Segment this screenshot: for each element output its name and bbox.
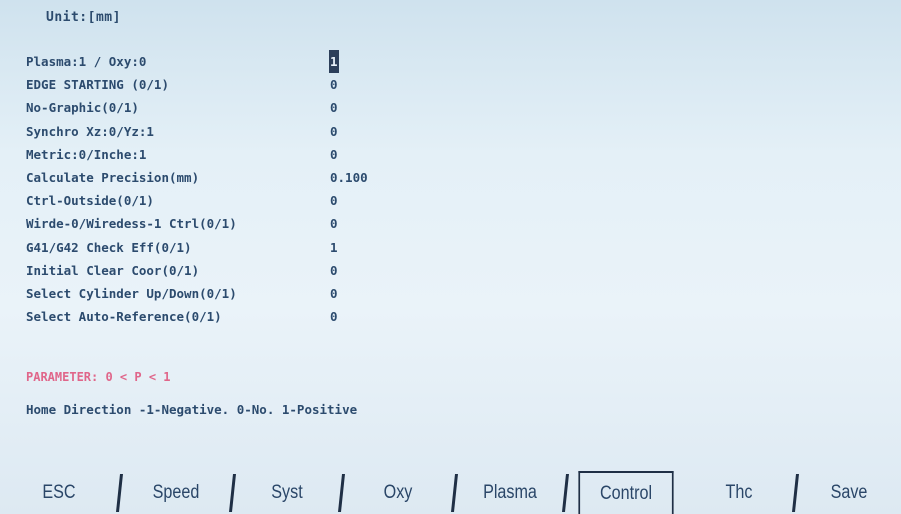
param-value[interactable]: 0: [329, 96, 339, 119]
param-value[interactable]: 0.100: [329, 166, 369, 189]
softkey-thc[interactable]: Thc: [692, 471, 786, 514]
param-row-no-graphic[interactable]: No-Graphic(0/1) 0: [26, 96, 526, 119]
softkey-divider: [338, 474, 345, 512]
softkey-divider: [229, 474, 236, 512]
param-value[interactable]: 0: [329, 282, 339, 305]
softkey-save[interactable]: Save: [805, 471, 893, 514]
param-value[interactable]: 0: [329, 305, 339, 328]
softkey-plasma[interactable]: Plasma: [464, 471, 556, 514]
param-label: No-Graphic(0/1): [26, 100, 139, 116]
param-label: Synchro Xz:0/Yz:1: [26, 123, 154, 139]
param-row-initial-clear[interactable]: Initial Clear Coor(0/1) 0: [26, 259, 526, 282]
softkey-oxy[interactable]: Oxy: [351, 471, 445, 514]
softkey-control[interactable]: Control: [578, 471, 674, 514]
param-value[interactable]: 0: [329, 259, 339, 282]
param-label: Select Cylinder Up/Down(0/1): [26, 285, 237, 301]
unit-label: Unit:[mm]: [46, 10, 121, 25]
param-label: Wirde-0/Wiredess-1 Ctrl(0/1): [26, 216, 237, 232]
param-value-cursor[interactable]: 1: [329, 50, 339, 74]
softkey-syst[interactable]: Syst: [242, 471, 332, 514]
param-row-plasma-oxy[interactable]: Plasma:1 / Oxy:0 1: [26, 50, 526, 74]
param-row-wired-ctrl[interactable]: Wirde-0/Wiredess-1 Ctrl(0/1) 0: [26, 212, 526, 235]
softkey-divider: [562, 474, 569, 512]
help-text: Home Direction -1-Negative. 0-No. 1-Posi…: [26, 402, 358, 417]
param-label: Plasma:1 / Oxy:0: [26, 54, 147, 69]
param-value[interactable]: 0: [329, 143, 339, 166]
parameter-list: Plasma:1 / Oxy:0 1 EDGE STARTING (0/1) 0…: [26, 50, 526, 328]
param-row-auto-reference[interactable]: Select Auto-Reference(0/1) 0: [26, 305, 526, 328]
param-label: G41/G42 Check Eff(0/1): [26, 239, 192, 255]
param-value[interactable]: 0: [329, 120, 339, 143]
param-value[interactable]: 0: [329, 189, 339, 212]
param-row-synchro[interactable]: Synchro Xz:0/Yz:1 0: [26, 120, 526, 143]
param-row-cylinder[interactable]: Select Cylinder Up/Down(0/1) 0: [26, 282, 526, 305]
controller-screen: Unit:[mm] Plasma:1 / Oxy:0 1 EDGE STARTI…: [0, 0, 901, 514]
softkey-bar: ESC Speed Syst Oxy Plasma Control Thc Sa…: [0, 471, 901, 514]
param-value[interactable]: 0: [329, 73, 339, 96]
param-value[interactable]: 1: [329, 236, 339, 259]
param-label: EDGE STARTING (0/1): [26, 77, 169, 93]
param-label: Metric:0/Inche:1: [26, 146, 147, 162]
param-value[interactable]: 0: [329, 212, 339, 235]
param-row-precision[interactable]: Calculate Precision(mm) 0.100: [26, 166, 526, 189]
param-row-metric[interactable]: Metric:0/Inche:1 0: [26, 143, 526, 166]
softkey-divider: [792, 474, 799, 512]
softkey-esc[interactable]: ESC: [9, 471, 109, 514]
param-label: Ctrl-Outside(0/1): [26, 193, 154, 209]
softkey-speed[interactable]: Speed: [129, 471, 223, 514]
softkey-divider: [116, 474, 123, 512]
param-label: Select Auto-Reference(0/1): [26, 309, 222, 325]
parameter-range-hint: PARAMETER: 0 < P < 1: [26, 370, 171, 384]
param-row-g41-g42[interactable]: G41/G42 Check Eff(0/1) 1: [26, 236, 526, 259]
param-row-ctrl-outside[interactable]: Ctrl-Outside(0/1) 0: [26, 189, 526, 212]
param-label: Calculate Precision(mm): [26, 169, 200, 185]
param-label: Initial Clear Coor(0/1): [26, 262, 200, 278]
softkey-divider: [451, 474, 458, 512]
param-row-edge-starting[interactable]: EDGE STARTING (0/1) 0: [26, 73, 526, 96]
